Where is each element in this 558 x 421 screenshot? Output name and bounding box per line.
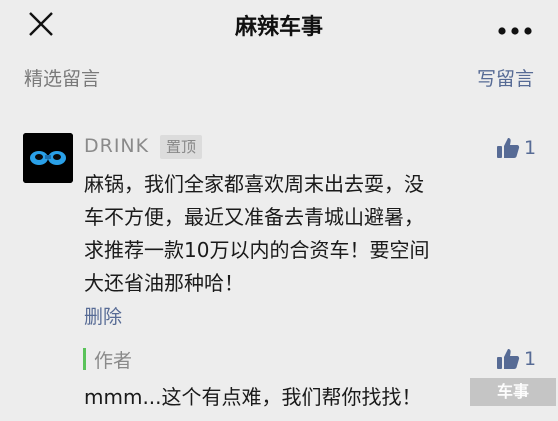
reply-text: mmm...这个有点难，我们帮你找找！ [84,385,422,409]
reply-like-count: 1 [524,348,537,370]
thumbs-up-icon [497,138,520,158]
page-title: 麻辣车事 [234,15,323,40]
more-dots-icon [498,27,532,35]
reply-author-label: 作者 [94,350,133,372]
featured-comments-label: 精选留言 [24,68,101,90]
delete-button[interactable]: 删除 [84,302,122,329]
pinned-badge: 置顶 [160,135,203,159]
comment-like-count: 1 [524,137,537,159]
comment-nickname: DRINK [84,135,150,157]
more-button[interactable] [498,20,532,35]
avatar[interactable] [23,133,73,183]
top-bar: 麻辣车事 [0,0,558,50]
write-comment-link[interactable]: 写留言 [477,64,534,91]
comment-line: 麻锅，我们全家都喜欢周末出去耍，没 [84,172,424,196]
comment-line: 车不方便，最近又准备去青城山避暑， [84,205,424,229]
avatar-image [23,133,73,183]
watermark-logo: 车事 [470,378,556,406]
comment-like-button[interactable]: 1 [496,135,536,161]
author-reply-bar [83,348,86,370]
reply-like-button[interactable]: 1 [496,346,536,372]
comment-line: 求推荐一款10万以内的合资车！要空间 [84,238,430,262]
comment-text: 麻锅，我们全家都喜欢周末出去耍，没 车不方便，最近又准备去青城山避暑， 求推荐一… [84,168,524,300]
comment-line: 大还省油那种哈！ [84,271,244,295]
thumbs-up-icon [497,349,520,369]
